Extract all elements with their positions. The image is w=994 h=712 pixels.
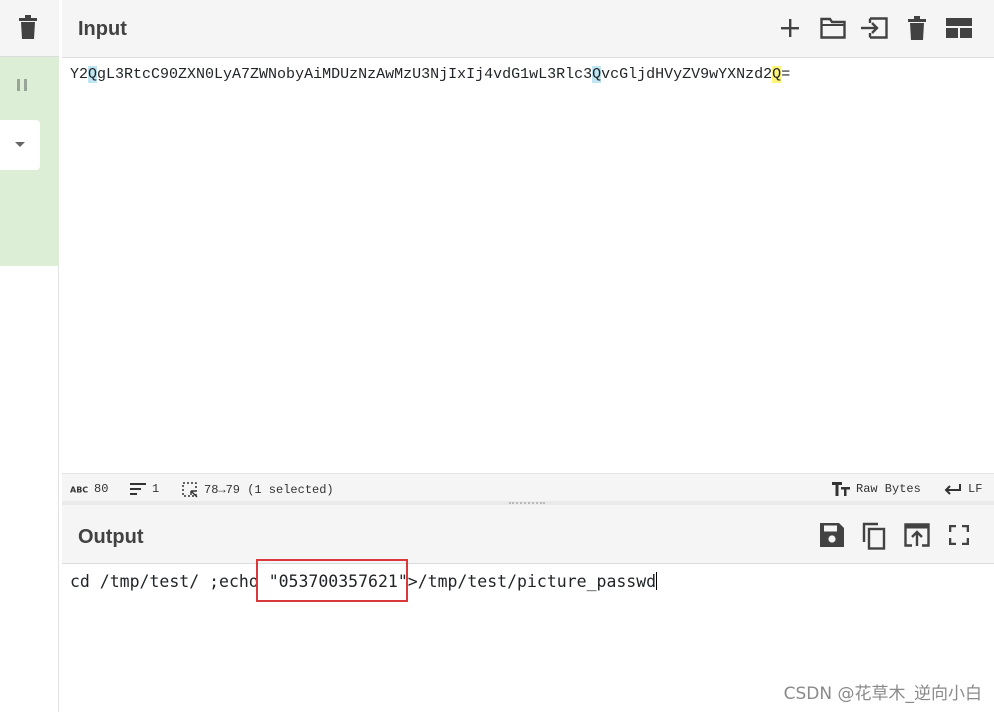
- output-title: Output: [78, 526, 144, 548]
- add-tab-button[interactable]: [776, 14, 804, 42]
- disable-operation-button[interactable]: [12, 75, 32, 95]
- folder-icon: [820, 17, 846, 39]
- trash-icon: [19, 15, 37, 39]
- text-caret: [656, 572, 658, 590]
- replace-input-button[interactable]: [902, 521, 932, 549]
- length-indicator: ABC 80: [70, 482, 108, 496]
- selection-icon: [182, 482, 198, 498]
- pause-icon: [17, 79, 27, 91]
- lines-icon: [130, 483, 146, 495]
- delete-icon: [908, 16, 926, 40]
- selection-value: 78→79 (1 selected): [204, 483, 334, 497]
- output-header: Output: [62, 505, 994, 564]
- lines-indicator: 1: [130, 482, 159, 496]
- highlighted-char: Q: [772, 66, 782, 83]
- output-text-before: cd /tmp/test/ ;echo: [70, 572, 269, 591]
- selection-indicator: 78→79 (1 selected): [182, 482, 334, 498]
- input-textarea[interactable]: Y2QgL3RtcC90ZXN0LyA7ZWNobyAiMDUzNzAwMzU3…: [62, 58, 994, 473]
- input-text-segment: Y2: [70, 66, 89, 83]
- eol-selector[interactable]: LF: [944, 482, 982, 496]
- layout-icon: [946, 18, 972, 38]
- save-icon: [820, 523, 844, 547]
- eol-value: LF: [968, 482, 983, 496]
- recipe-header: [0, 0, 59, 57]
- length-value: 80: [94, 482, 109, 496]
- resize-grip[interactable]: [509, 502, 545, 504]
- reset-layout-button[interactable]: [944, 14, 974, 42]
- eol-icon: [944, 484, 961, 495]
- highlighted-char: Q: [592, 66, 602, 83]
- input-text-segment: gL3RtcC90ZXN0LyA7ZWNobyAiMDUzNzAwMzU3NjI…: [97, 66, 593, 83]
- encoding-selector[interactable]: Raw Bytes: [832, 482, 921, 496]
- input-status-bar: ABC 80 1 78→79 (1 selected) Raw Bytes LF: [62, 473, 994, 501]
- maximise-output-button[interactable]: [946, 521, 972, 549]
- fullscreen-icon: [949, 525, 969, 545]
- output-text-after: >/tmp/test/picture_passwd: [407, 572, 657, 591]
- load-file-button[interactable]: [858, 14, 890, 42]
- text-encoding-icon: [832, 482, 850, 496]
- lines-value: 1: [152, 482, 160, 496]
- input-text-segment: vcGljdHVyZV9wYXNzd2: [601, 66, 773, 83]
- input-title: Input: [78, 18, 127, 40]
- copy-output-button[interactable]: [860, 521, 888, 551]
- input-text: Y2QgL3RtcC90ZXN0LyA7ZWNobyAiMDUzNzAwMzU3…: [70, 66, 790, 83]
- clear-recipe-button[interactable]: [16, 14, 40, 40]
- highlighted-char: Q: [88, 66, 98, 83]
- input-text-segment: =: [781, 66, 791, 83]
- import-icon: [861, 17, 888, 39]
- open-folder-button[interactable]: [818, 14, 848, 42]
- text-length-icon: ABC: [70, 486, 88, 495]
- input-header: Input: [62, 0, 994, 58]
- caret-down-icon: [15, 142, 25, 147]
- clear-input-button[interactable]: [904, 14, 930, 42]
- encoding-value: Raw Bytes: [856, 482, 921, 496]
- svg-text:ABC: ABC: [70, 486, 88, 495]
- operation-option-dropdown[interactable]: [0, 120, 40, 170]
- recipe-strip: [0, 0, 59, 712]
- watermark: CSDN @花草木_逆向小白: [783, 684, 982, 704]
- replace-input-icon: [904, 523, 930, 547]
- save-output-button[interactable]: [818, 521, 846, 549]
- copy-icon: [862, 522, 886, 550]
- annotation-highlight-box: [256, 559, 408, 602]
- add-icon: [781, 19, 799, 37]
